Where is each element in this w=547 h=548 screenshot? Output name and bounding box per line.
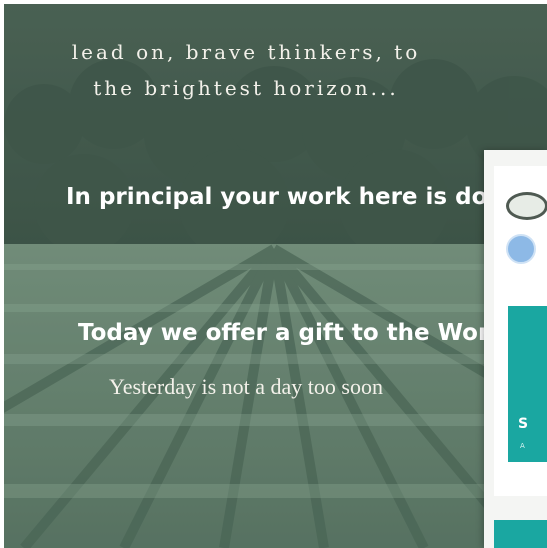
hero-section: lead on, brave thinkers, to the brightes… xyxy=(4,4,547,548)
side-panel[interactable]: S A xyxy=(484,150,547,548)
headline-gift: Today we offer a gift to the World xyxy=(78,320,514,346)
tagline-line-2: the brightest horizon... xyxy=(93,76,399,100)
un-globe-icon xyxy=(506,234,536,264)
teal-footer-bar xyxy=(494,520,547,548)
card-letter: S xyxy=(518,416,529,432)
teal-feature-card[interactable]: S A xyxy=(508,306,547,462)
tagline-line-1: lead on, brave thinkers, to xyxy=(71,40,421,64)
headline-work-done: In principal your work here is done xyxy=(66,184,520,210)
logo-icon xyxy=(506,192,547,220)
card-caption: A xyxy=(520,442,525,450)
subline-text: Yesterday is not a day too soon xyxy=(109,374,383,399)
